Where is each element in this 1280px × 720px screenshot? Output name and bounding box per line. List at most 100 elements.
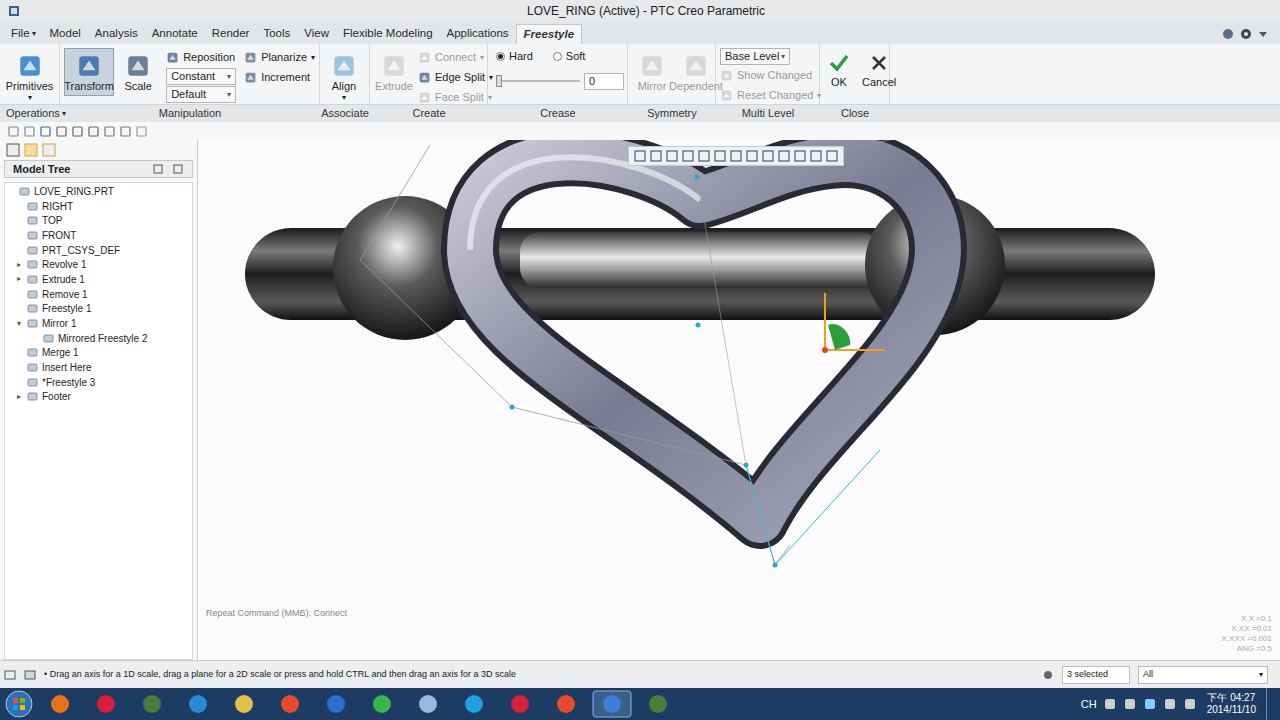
- taskbar-app-icon[interactable]: [592, 690, 632, 718]
- ribbon-tab[interactable]: View: [297, 24, 336, 44]
- view-tool-icon[interactable]: [793, 149, 807, 163]
- toolbar-icon[interactable]: [104, 126, 115, 137]
- tree-item[interactable]: Mirrored Freestyle 2: [5, 331, 192, 346]
- ribbon-tab[interactable]: Applications: [440, 24, 516, 44]
- view-tool-icon[interactable]: [745, 149, 759, 163]
- view-tool-icon[interactable]: [761, 149, 775, 163]
- view-tool-icon[interactable]: [713, 149, 727, 163]
- panel-tab-icon[interactable]: [6, 143, 20, 157]
- settings-icon[interactable]: [1240, 28, 1252, 40]
- view-tool-icon[interactable]: [809, 149, 823, 163]
- taskbar-app-icon[interactable]: [500, 690, 540, 718]
- panel-tab-icon[interactable]: [24, 143, 38, 157]
- taskbar-app-icon[interactable]: [40, 690, 80, 718]
- ribbon-tab[interactable]: Freestyle: [516, 24, 583, 44]
- start-button-icon[interactable]: [4, 689, 34, 719]
- toolbar-icon[interactable]: [40, 126, 51, 137]
- taskbar-app-icon[interactable]: [178, 690, 218, 718]
- tray-icon[interactable]: [1143, 697, 1157, 711]
- tree-item[interactable]: ▾Mirror 1: [5, 316, 192, 331]
- ribbon-tab[interactable]: Render: [205, 24, 257, 44]
- tree-item[interactable]: ▸Extrude 1: [5, 272, 192, 287]
- taskbar-app-icon[interactable]: [638, 690, 678, 718]
- crease-slider[interactable]: [496, 75, 580, 87]
- ribbon-tab[interactable]: Flexible Modeling: [336, 24, 440, 44]
- ring-model[interactable]: [198, 140, 1280, 660]
- edge-split-button[interactable]: Edge Split▾: [418, 68, 493, 87]
- tree-item[interactable]: Merge 1: [5, 346, 192, 361]
- tree-item[interactable]: PRT_CSYS_DEF: [5, 243, 192, 258]
- reposition-button[interactable]: Reposition: [166, 48, 236, 67]
- graphics-window[interactable]: Repeat Command (MMB): ConnectX.X =0.1X.X…: [198, 140, 1280, 660]
- reset-changed-button[interactable]: Reset Changed▾: [720, 86, 821, 105]
- toolbar-icon[interactable]: [8, 126, 19, 137]
- cancel-button[interactable]: Cancel: [858, 48, 900, 91]
- status-icon[interactable]: [4, 669, 16, 681]
- ribbon-tab[interactable]: File▾: [4, 24, 43, 44]
- tree-toggle[interactable]: ▸: [17, 273, 27, 285]
- ribbon-tab[interactable]: Annotate: [145, 24, 205, 44]
- constant-select[interactable]: Constant▾: [166, 68, 236, 85]
- ribbon-tab[interactable]: Analysis: [88, 24, 145, 44]
- tray-icon[interactable]: [1123, 697, 1137, 711]
- mirror-button[interactable]: Mirror: [632, 48, 672, 96]
- taskbar-app-icon[interactable]: [270, 690, 310, 718]
- taskbar-app-icon[interactable]: [86, 690, 126, 718]
- planarize-button[interactable]: Planarize▾: [244, 48, 315, 67]
- crease-value-field[interactable]: 0: [584, 73, 624, 90]
- transform-button[interactable]: Transform: [64, 48, 114, 96]
- input-language[interactable]: CH: [1081, 696, 1097, 713]
- tree-toggle[interactable]: ▸: [17, 259, 27, 271]
- ribbon-tab[interactable]: Model: [43, 24, 88, 44]
- taskbar-app-icon[interactable]: [546, 690, 586, 718]
- ribbon-tab[interactable]: Tools: [256, 24, 297, 44]
- tree-settings-icon[interactable]: [152, 163, 164, 175]
- options-icon[interactable]: [1258, 29, 1268, 39]
- taskbar-app-icon[interactable]: [362, 690, 402, 718]
- crease-radio[interactable]: Hard: [496, 48, 533, 65]
- tray-icon[interactable]: [1163, 697, 1177, 711]
- toolbar-icon[interactable]: [72, 126, 83, 137]
- taskbar-app-icon[interactable]: [224, 690, 264, 718]
- selection-filter-icon[interactable]: [1042, 669, 1054, 681]
- tree-item[interactable]: RIGHT: [5, 199, 192, 214]
- extrude-button[interactable]: Extrude: [374, 48, 414, 96]
- view-tool-icon[interactable]: [633, 149, 647, 163]
- show-changed-button[interactable]: Show Changed: [720, 66, 821, 85]
- tree-item[interactable]: TOP: [5, 213, 192, 228]
- tree-item[interactable]: Insert Here: [5, 360, 192, 375]
- taskbar-app-icon[interactable]: [454, 690, 494, 718]
- toolbar-icon[interactable]: [88, 126, 99, 137]
- view-tool-icon[interactable]: [729, 149, 743, 163]
- view-tool-icon[interactable]: [649, 149, 663, 163]
- tree-item[interactable]: LOVE_RING.PRT: [5, 184, 192, 199]
- taskbar-app-icon[interactable]: [316, 690, 356, 718]
- tree-item[interactable]: ▸Footer: [5, 390, 192, 405]
- primitives-button[interactable]: Primitives▾: [4, 48, 55, 105]
- clock[interactable]: 下午 04:272014/11/10: [1203, 692, 1260, 716]
- taskbar-app-icon[interactable]: [408, 690, 448, 718]
- dependent-button[interactable]: Dependent: [676, 48, 716, 96]
- message-icon[interactable]: [24, 669, 36, 681]
- tree-toggle[interactable]: ▸: [17, 391, 27, 403]
- toolbar-icon[interactable]: [56, 126, 67, 137]
- crease-radio[interactable]: Soft: [553, 48, 586, 65]
- tray-icon[interactable]: [1183, 697, 1197, 711]
- tree-item[interactable]: Freestyle 1: [5, 302, 192, 317]
- show-desktop-button[interactable]: [1266, 688, 1276, 720]
- align-button[interactable]: Align▾: [324, 48, 364, 105]
- toolbar-icon[interactable]: [24, 126, 35, 137]
- tree-item[interactable]: FRONT: [5, 228, 192, 243]
- tree-item[interactable]: *Freestyle 3: [5, 375, 192, 390]
- ok-button[interactable]: OK: [824, 48, 854, 91]
- connect-button[interactable]: Connect▾: [418, 48, 493, 67]
- toolbar-icon[interactable]: [120, 126, 131, 137]
- taskbar-app-icon[interactable]: [132, 690, 172, 718]
- panel-tab-icon[interactable]: [42, 143, 56, 157]
- view-tool-icon[interactable]: [697, 149, 711, 163]
- view-tool-icon[interactable]: [825, 149, 839, 163]
- help-icon[interactable]: [1222, 28, 1234, 40]
- tray-icon[interactable]: [1103, 697, 1117, 711]
- view-tool-icon[interactable]: [777, 149, 791, 163]
- toolbar-icon[interactable]: [136, 126, 147, 137]
